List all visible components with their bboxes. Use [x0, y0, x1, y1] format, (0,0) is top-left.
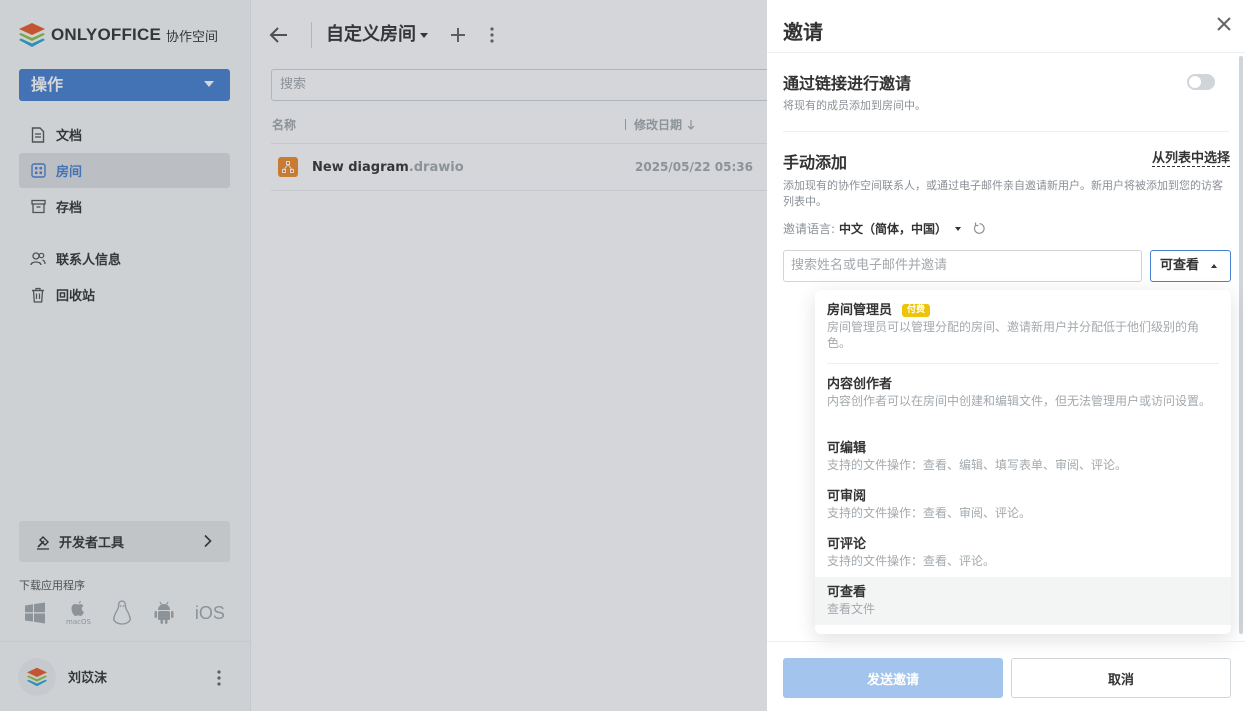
dropdown-divider: [827, 363, 1219, 364]
toggle-knob: [1189, 76, 1201, 88]
invite-language-label: 邀请语言:: [783, 222, 836, 236]
reset-icon[interactable]: [973, 222, 986, 235]
role-option-title: 可评论: [827, 537, 867, 552]
access-role-select[interactable]: 可查看: [1150, 250, 1231, 282]
section-divider: [783, 131, 1229, 132]
invite-search-input[interactable]: 搜索姓名或电子邮件并邀请: [783, 250, 1142, 282]
manual-add-title: 手动添加: [783, 153, 848, 172]
role-option-description: 内容创作者可以在房间中创建和编辑文件，但无法管理用户或访问设置。: [827, 394, 1212, 408]
caret-down-icon[interactable]: [955, 226, 962, 231]
role-option-title: 可审阅: [827, 489, 867, 504]
send-invite-button[interactable]: 发送邀请: [783, 658, 1003, 698]
role-option-description: 房间管理员可以管理分配的房间、邀请新用户并分配低于他们级别的角色。: [827, 320, 1200, 350]
role-option-title: 房间管理员: [827, 303, 893, 318]
panel-title: 邀请: [783, 20, 823, 44]
manual-add-description: 添加现有的协作空间联系人，或通过电子邮件亲自邀请新用户。新用户将被添加到您的访客…: [783, 179, 1223, 208]
modal-backdrop[interactable]: [0, 0, 767, 711]
select-from-list-link[interactable]: 从列表中选择: [1151, 151, 1230, 167]
invite-language-row: 邀请语言: 中文（简体，中国）: [783, 220, 986, 237]
role-option-description: 支持的文件操作：查看、编辑、填写表单、审阅、评论。: [827, 458, 1128, 472]
invite-language-select[interactable]: 中文（简体，中国）: [839, 220, 947, 237]
role-option-room-admin[interactable]: 房间管理员 付费 房间管理员可以管理分配的房间、邀请新用户并分配低于他们级别的角色…: [815, 302, 1231, 351]
close-icon[interactable]: [1217, 17, 1231, 35]
link-invite-toggle[interactable]: [1187, 74, 1215, 90]
link-invite-title: 通过链接进行邀请: [783, 74, 912, 93]
role-option-editor[interactable]: 可编辑 支持的文件操作：查看、编辑、填写表单、审阅、评论。: [815, 440, 1231, 473]
scrollbar[interactable]: [1239, 56, 1243, 634]
role-option-title: 内容创作者: [827, 377, 893, 392]
role-option-description: 查看文件: [827, 602, 876, 616]
role-option-description: 支持的文件操作：查看、审阅、评论。: [827, 506, 1032, 520]
role-option-content-creator[interactable]: 内容创作者 内容创作者可以在房间中创建和编辑文件，但无法管理用户或访问设置。: [815, 376, 1231, 409]
panel-header-divider: [767, 52, 1245, 53]
access-role-dropdown: 房间管理员 付费 房间管理员可以管理分配的房间、邀请新用户并分配低于他们级别的角色…: [815, 290, 1231, 634]
role-option-reviewer[interactable]: 可审阅 支持的文件操作：查看、审阅、评论。: [815, 488, 1231, 521]
cancel-button[interactable]: 取消: [1011, 658, 1231, 698]
link-invite-description: 将现有的成员添加到房间中。: [783, 99, 926, 112]
role-option-description: 支持的文件操作：查看、评论。: [827, 554, 996, 568]
access-role-label: 可查看: [1160, 258, 1200, 273]
role-option-title: 可编辑: [827, 441, 867, 456]
footer-divider: [767, 641, 1245, 642]
role-option-title: 可查看: [827, 585, 867, 600]
role-option-commenter[interactable]: 可评论 支持的文件操作：查看、评论。: [815, 536, 1231, 569]
role-option-viewer[interactable]: 可查看 查看文件: [815, 577, 1231, 625]
caret-up-icon: [1211, 264, 1217, 268]
paid-badge: 付费: [902, 304, 931, 317]
